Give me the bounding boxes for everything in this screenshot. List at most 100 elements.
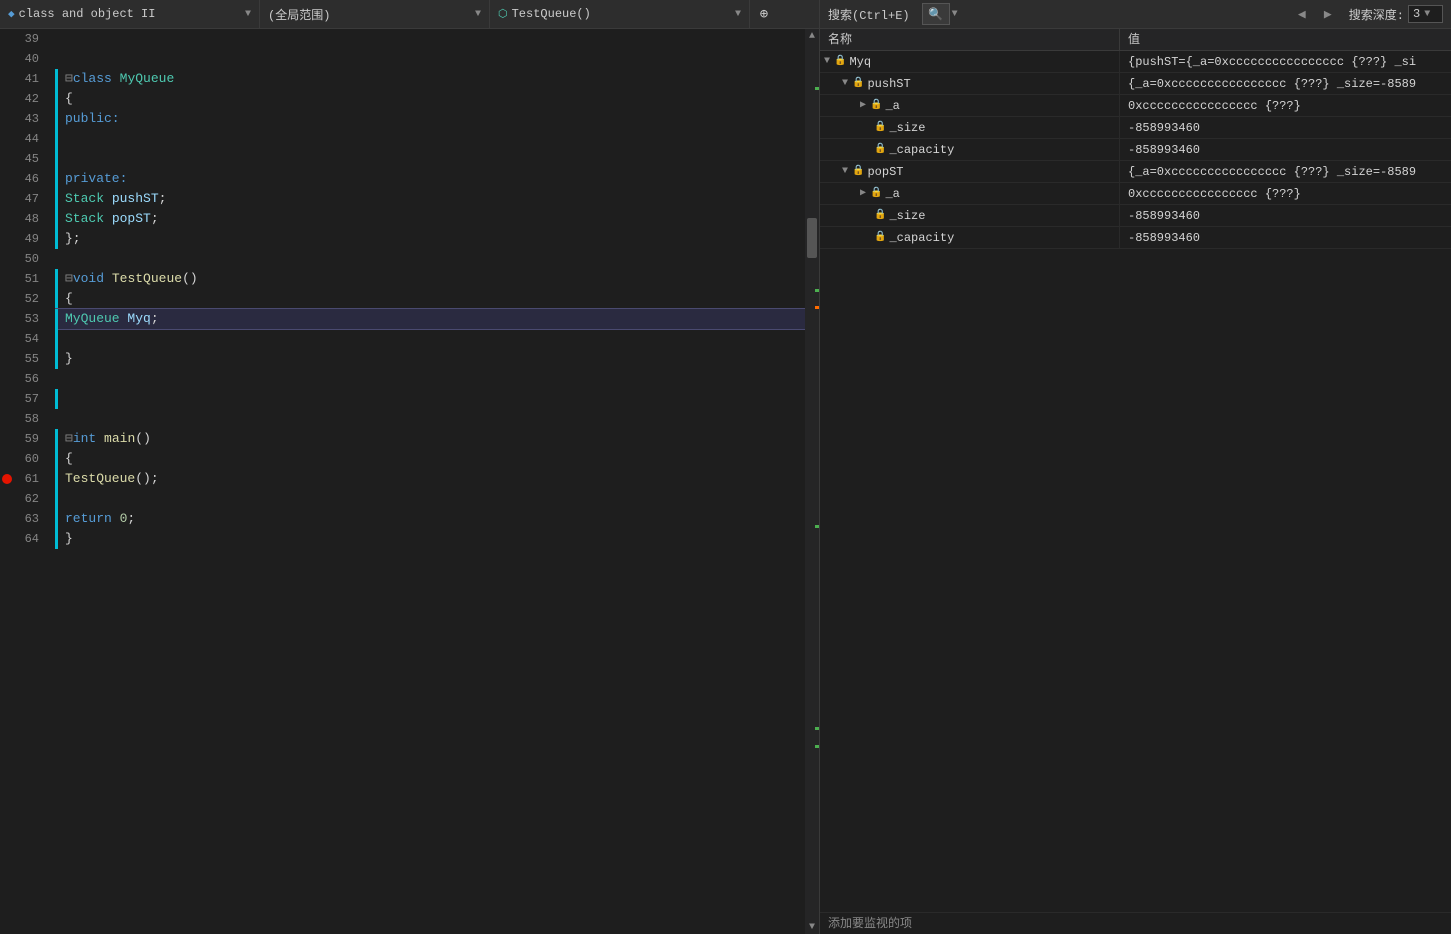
line-number-42[interactable]: 42 [0,89,47,109]
line-number-59[interactable]: 59 [0,429,47,449]
scrollbar[interactable]: ▲ ▼ [805,29,819,934]
watch-row-popst[interactable]: ▼🔒popST{_a=0xcccccccccccccccc {???} _siz… [820,161,1451,183]
line-bar-60 [55,449,58,469]
token-type: Stack [65,191,112,206]
toolbar-file[interactable]: ◆ class and object II ▼ [0,0,260,28]
scroll-indicator [815,525,819,528]
lock-icon-popst: 🔒 [852,161,864,183]
watch-row-pushst-size[interactable]: 🔒_size-858993460 [820,117,1451,139]
line-number-60[interactable]: 60 [0,449,47,469]
token-type: Stack [65,211,112,226]
token-punct: (); [135,471,158,486]
line-number-47[interactable]: 47 [0,189,47,209]
line-number-46[interactable]: 46 [0,169,47,189]
line-number-53[interactable]: 53 [0,309,47,329]
scroll-up-arrow[interactable]: ▲ [805,29,819,43]
token-collapse: ⊟ [65,431,73,446]
expand-icon-myq[interactable]: ▼ [824,51,830,73]
line-number-51[interactable]: 51 [0,269,47,289]
line-number-58[interactable]: 58 [0,409,47,429]
line-bar-48 [55,209,58,229]
line-bar-61 [55,469,58,489]
line-bar-63 [55,509,58,529]
line-number-44[interactable]: 44 [0,129,47,149]
depth-value[interactable]: 3 ▼ [1408,5,1443,23]
watch-row-popst-capacity[interactable]: 🔒_capacity-858993460 [820,227,1451,249]
line-number-62[interactable]: 62 [0,489,47,509]
line-number-54[interactable]: 54 [0,329,47,349]
code-line-43: public: [55,109,805,129]
file-label: class and object II [19,7,156,21]
line-bar-42 [55,89,58,109]
line-bar-43 [55,109,58,129]
func-dropdown-arrow[interactable]: ▼ [735,9,741,20]
code-line-54 [55,329,805,349]
line-bar-64 [55,529,58,549]
token-kw: private: [65,171,127,186]
line-number-48[interactable]: 48 [0,209,47,229]
watch-row-pushst[interactable]: ▼🔒pushST{_a=0xcccccccccccccccc {???} _si… [820,73,1451,95]
depth-dropdown-arrow[interactable]: ▼ [1424,9,1430,20]
func-dropdown[interactable]: ⬡ TestQueue() ▼ [490,0,750,28]
line-bar-45 [55,149,58,169]
add-watch-btn[interactable]: ⊕ [750,0,778,28]
watch-row-popst-a[interactable]: ▶🔒_a0xcccccccccccccccc {???} [820,183,1451,205]
scroll-indicator [815,306,819,309]
line-number-39[interactable]: 39 [0,29,47,49]
expand-icon-pushst[interactable]: ▼ [842,73,848,95]
token-type: MyQueue [65,311,127,326]
expand-icon-popst-a[interactable]: ▶ [860,183,866,205]
line-number-57[interactable]: 57 [0,389,47,409]
file-dropdown-arrow[interactable]: ▼ [245,9,251,20]
line-number-64[interactable]: 64 [0,529,47,549]
watch-cell-name-pushst-size: 🔒_size [820,117,1120,139]
watch-cell-name-pushst: ▼🔒pushST [820,73,1120,95]
expand-icon-pushst-a[interactable]: ▶ [860,95,866,117]
scroll-indicator [815,745,819,748]
add-watch-label[interactable]: 添加要监视的项 [820,912,1451,934]
line-number-41[interactable]: 41 [0,69,47,89]
line-number-56[interactable]: 56 [0,369,47,389]
scroll-indicator [815,289,819,292]
code-panel: 3940414243444546474849505152535455565758… [0,29,820,934]
watch-row-pushst-a[interactable]: ▶🔒_a0xcccccccccccccccc {???} [820,95,1451,117]
token-punct: } [65,531,73,546]
watch-cell-value-popst-size: -858993460 [1120,205,1451,227]
lock-icon-popst-capacity: 🔒 [874,227,886,249]
line-number-45[interactable]: 45 [0,149,47,169]
nav-fwd-btn[interactable]: ▶ [1317,3,1339,25]
search-box: 搜索(Ctrl+E) 🔍 ▼ [828,3,1289,25]
scroll-down-arrow[interactable]: ▼ [805,920,819,934]
search-button[interactable]: 🔍 [922,3,950,25]
line-number-49[interactable]: 49 [0,229,47,249]
line-number-43[interactable]: 43 [0,109,47,129]
scope-dropdown[interactable]: (全局范围) ▼ [260,0,490,28]
code-line-44 [55,129,805,149]
search-dropdown-arrow[interactable]: ▼ [952,9,958,20]
code-line-40 [55,49,805,69]
func-icon: ⬡ [498,7,508,21]
line-number-61[interactable]: 61 [0,469,47,489]
watch-cell-name-popst: ▼🔒popST [820,161,1120,183]
token-func-name: TestQueue [112,271,182,286]
code-area: 3940414243444546474849505152535455565758… [0,29,819,934]
line-bar-47 [55,189,58,209]
watch-row-pushst-capacity[interactable]: 🔒_capacity-858993460 [820,139,1451,161]
line-number-63[interactable]: 63 [0,509,47,529]
watch-cell-name-myq: ▼🔒Myq [820,51,1120,73]
line-number-55[interactable]: 55 [0,349,47,369]
token-kw: int [73,431,104,446]
token-var: popST [112,211,151,226]
scroll-thumb[interactable] [807,218,817,258]
nav-back-btn[interactable]: ◀ [1291,3,1313,25]
line-number-52[interactable]: 52 [0,289,47,309]
line-bar-52 [55,289,58,309]
expand-icon-popst[interactable]: ▼ [842,161,848,183]
scope-dropdown-arrow[interactable]: ▼ [475,9,481,20]
watch-row-popst-size[interactable]: 🔒_size-858993460 [820,205,1451,227]
watch-row-myq[interactable]: ▼🔒Myq{pushST={_a=0xcccccccccccccccc {???… [820,51,1451,73]
line-numbers: 3940414243444546474849505152535455565758… [0,29,55,934]
line-number-40[interactable]: 40 [0,49,47,69]
line-number-50[interactable]: 50 [0,249,47,269]
watch-name-text-popst-size: _size [889,205,925,227]
